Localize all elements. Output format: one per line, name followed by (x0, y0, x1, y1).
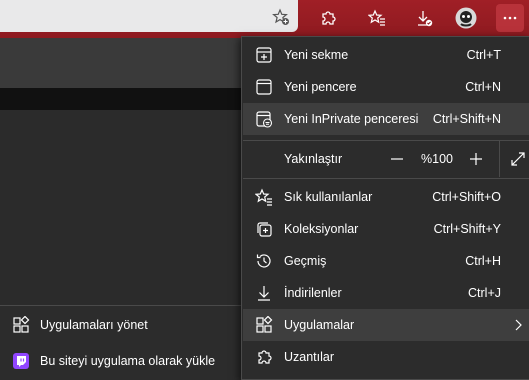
downloads-shortcut: Ctrl+J (468, 286, 501, 300)
favorites-item[interactable]: Sık kullanılanlar Ctrl+Shift+O (243, 181, 529, 213)
fullscreen-icon[interactable] (510, 151, 526, 167)
apps-label: Uygulamalar (284, 318, 355, 332)
downloads-icon (255, 284, 273, 302)
history-shortcut: Ctrl+H (465, 254, 501, 268)
zoom-divider (499, 141, 500, 177)
apps-submenu: Uygulamaları yönet Bu siteyi uygulama ol… (0, 305, 245, 380)
new-tab-label: Yeni sekme (284, 48, 349, 62)
install-site-as-app-item[interactable]: Bu siteyi uygulama olarak yükle (0, 344, 245, 378)
apps-grid-icon (12, 316, 30, 334)
downloads-toolbar-icon[interactable] (410, 4, 438, 32)
downloads-label: İndirilenler (284, 286, 342, 300)
collections-item[interactable]: Koleksiyonlar Ctrl+Shift+Y (243, 213, 529, 245)
zoom-row: Yakınlaştır %100 (243, 141, 529, 177)
extensions-item[interactable]: Uzantılar (243, 341, 529, 373)
new-inprivate-window-label: Yeni InPrivate penceresi (284, 112, 419, 126)
new-tab-shortcut: Ctrl+T (466, 48, 501, 62)
page-header-band (0, 38, 245, 88)
browser-toolbar (0, 0, 529, 38)
add-favorite-icon[interactable] (267, 3, 295, 31)
favorites-shortcut: Ctrl+Shift+O (432, 190, 501, 204)
settings-more-button[interactable] (496, 4, 524, 32)
extensions-icon (255, 348, 273, 366)
menu-divider (243, 178, 529, 179)
collections-icon (255, 220, 273, 238)
zoom-level: %100 (421, 152, 453, 166)
new-tab-item[interactable]: Yeni sekme Ctrl+T (243, 39, 529, 71)
new-inprivate-window-item[interactable]: Yeni InPrivate penceresi Ctrl+Shift+N (243, 103, 529, 135)
install-site-as-app-label: Bu siteyi uygulama olarak yükle (40, 354, 216, 368)
apps-item[interactable]: Uygulamalar (243, 309, 529, 341)
favorites-label: Sık kullanılanlar (284, 190, 373, 204)
favorites-icon (255, 188, 273, 206)
history-label: Geçmiş (284, 254, 327, 268)
address-bar[interactable] (0, 0, 298, 32)
manage-apps-label: Uygulamaları yönet (40, 318, 148, 332)
new-window-label: Yeni pencere (284, 80, 357, 94)
inprivate-window-icon (255, 110, 273, 128)
new-inprivate-window-shortcut: Ctrl+Shift+N (432, 112, 501, 126)
history-item[interactable]: Geçmiş Ctrl+H (243, 245, 529, 277)
zoom-in-button[interactable] (468, 151, 484, 167)
collections-shortcut: Ctrl+Shift+Y (433, 222, 501, 236)
new-window-shortcut: Ctrl+N (465, 80, 501, 94)
new-tab-icon (255, 46, 273, 64)
profile-avatar[interactable] (452, 4, 480, 32)
page-dark-band (0, 88, 245, 110)
favorites-toolbar-icon[interactable] (363, 4, 391, 32)
manage-apps-item[interactable]: Uygulamaları yönet (0, 308, 245, 342)
history-icon (255, 252, 273, 270)
settings-menu: Yeni sekme Ctrl+T Yeni pencere Ctrl+N Ye… (241, 36, 529, 380)
page-body (0, 110, 245, 305)
twitch-icon (12, 352, 30, 370)
chevron-right-icon (511, 318, 525, 332)
extensions-label: Uzantılar (284, 350, 335, 364)
new-window-item[interactable]: Yeni pencere Ctrl+N (243, 71, 529, 103)
zoom-label: Yakınlaştır (284, 152, 343, 166)
downloads-item[interactable]: İndirilenler Ctrl+J (243, 277, 529, 309)
extensions-toolbar-icon[interactable] (314, 4, 342, 32)
collections-label: Koleksiyonlar (284, 222, 359, 236)
new-window-icon (255, 78, 273, 96)
apps-icon (255, 316, 273, 334)
zoom-out-button[interactable] (389, 151, 405, 167)
